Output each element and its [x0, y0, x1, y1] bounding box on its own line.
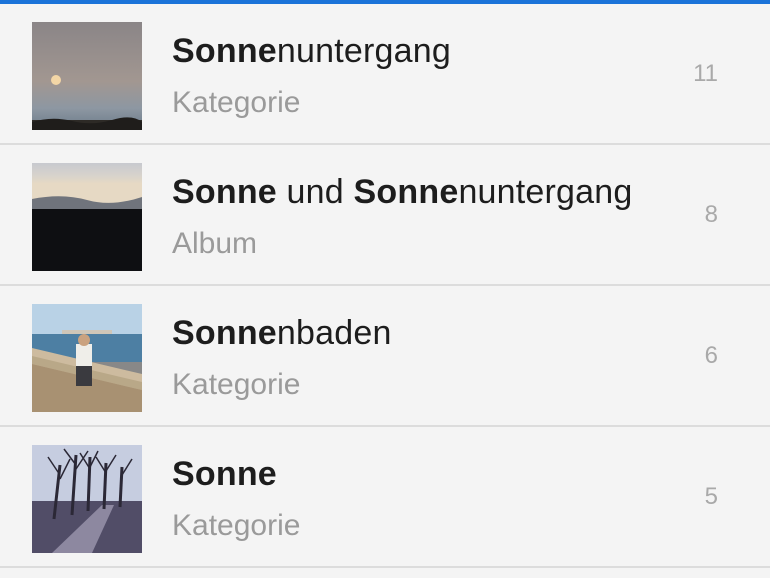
result-type-label: Kategorie [172, 368, 301, 401]
result-row[interactable]: Sonne Kategorie 5 [0, 427, 770, 568]
result-count: 5 [704, 483, 718, 510]
result-row[interactable]: Sonnenbaden Kategorie 6 [0, 286, 770, 427]
result-count: 11 [693, 60, 718, 87]
result-row[interactable]: Sonnenuntergang Kategorie 11 [0, 4, 770, 145]
result-title: Sonnenuntergang [172, 32, 451, 70]
result-count: 8 [704, 201, 718, 228]
search-results-list: Sonnenuntergang Kategorie 11 Sonne und S… [0, 4, 770, 568]
dusk-landscape-thumbnail [32, 163, 142, 271]
result-title: Sonne [172, 455, 277, 493]
result-title: Sonnenbaden [172, 314, 392, 352]
result-row[interactable]: Sonne und Sonnenuntergang Album 8 [0, 145, 770, 286]
sunset-moon-thumbnail [32, 22, 142, 130]
result-title: Sonne und Sonnenuntergang [172, 173, 633, 211]
result-type-label: Kategorie [172, 86, 301, 119]
result-type-label: Kategorie [172, 509, 301, 542]
tree-road-thumbnail [32, 445, 142, 553]
result-count: 6 [704, 342, 718, 369]
seaside-person-thumbnail [32, 304, 142, 412]
result-type-label: Album [172, 227, 258, 260]
